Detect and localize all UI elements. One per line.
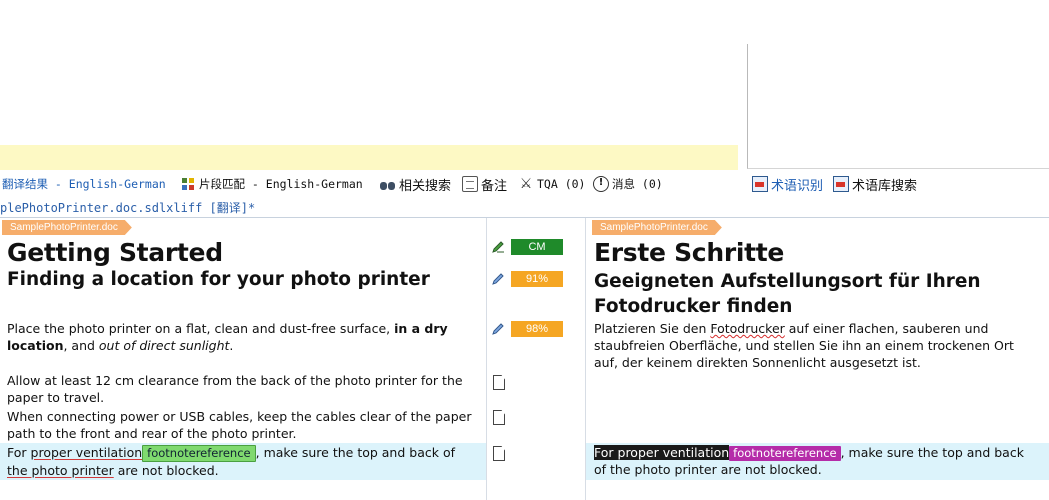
comment-icon <box>462 176 478 192</box>
tab-fragment-matches[interactable]: 片段匹配 - English-German <box>180 174 363 194</box>
footnote-tag[interactable]: footnotereference <box>142 445 256 462</box>
footnote-tag[interactable]: footnotereference <box>729 446 841 461</box>
source-document-chip: SamplePhotoPrinter.doc <box>2 220 132 235</box>
pencil-icon <box>492 323 504 335</box>
target-segment-3[interactable]: Platzieren Sie den Fotodrucker auf einer… <box>594 320 1034 371</box>
source-heading-2[interactable]: Finding a location for your photo printe… <box>7 269 430 290</box>
tab-tqa-label: TQA (0) <box>537 177 586 191</box>
segment-status-fuzzy-91: 91% <box>511 271 563 287</box>
tab-term-recognition-label: 术语识别 <box>771 178 824 194</box>
document-tab-label: plePhotoPrinter.doc.sdlxliff [翻译]* <box>0 201 256 215</box>
target-segment-6[interactable]: For proper ventilation footnotereference,… <box>594 444 1034 478</box>
term-recognition-pane <box>747 44 1049 169</box>
source-segment-6[interactable]: For proper ventilation footnotereference,… <box>7 444 477 479</box>
source-text: are not blocked. <box>113 463 219 478</box>
tab-translation-results-label: 翻译结果 - English-German <box>2 177 166 191</box>
source-heading-1[interactable]: Getting Started <box>7 238 223 267</box>
target-heading-2[interactable]: Geeigneten Aufstellungsort für Ihren Fot… <box>594 269 1034 319</box>
edit-confirmed-icon <box>492 241 504 253</box>
fragment-match-icon <box>180 176 196 192</box>
tqa-icon: ⚔ <box>519 176 533 192</box>
segment-status-cm: CM <box>511 239 563 255</box>
tab-tqa[interactable]: ⚔ TQA (0) <box>518 174 586 194</box>
source-segment-5[interactable]: When connecting power or USB cables, kee… <box>7 408 477 442</box>
pencil-icon <box>492 273 504 285</box>
tab-concordance-search-label: 相关搜索 <box>399 178 452 194</box>
binoculars-icon <box>380 176 396 192</box>
target-selected-text: For proper ventilation <box>594 445 730 460</box>
segment-status-fuzzy-98: 98% <box>511 321 563 337</box>
tool-window-tabbar: 翻译结果 - English-German 片段匹配 - English-Ger… <box>0 171 1049 195</box>
source-text: For <box>7 445 31 460</box>
target-spellcheck-text: Fotodrucker <box>710 321 785 336</box>
source-flagged-text: proper ventilation <box>30 445 143 460</box>
tab-termbase-search-label: 术语库搜索 <box>852 178 918 194</box>
tab-concordance-search[interactable]: 相关搜索 <box>380 174 451 194</box>
source-text: . <box>229 338 234 353</box>
tab-comments[interactable]: 备注 <box>462 174 507 194</box>
tab-term-recognition[interactable]: 术语识别 <box>752 174 823 194</box>
translation-results-pane <box>0 0 738 170</box>
tab-messages-label: 消息 (0) <box>612 177 663 191</box>
source-italic-text: out of direct sunlight <box>98 338 230 353</box>
tab-messages[interactable]: ! 消息 (0) <box>593 174 663 194</box>
source-segment-4[interactable]: Allow at least 12 cm clearance from the … <box>7 372 477 406</box>
source-text: , make sure the top and back of <box>255 445 455 460</box>
source-text: , and <box>63 338 99 353</box>
term-recognition-icon <box>752 176 768 192</box>
target-heading-1[interactable]: Erste Schritte <box>594 238 784 267</box>
source-text: Place the photo printer on a flat, clean… <box>7 321 395 336</box>
target-text: Platzieren Sie den <box>594 321 711 336</box>
results-highlight-strip <box>0 145 738 170</box>
tab-termbase-search[interactable]: 术语库搜索 <box>833 174 917 194</box>
source-segment-3[interactable]: Place the photo printer on a flat, clean… <box>7 320 477 354</box>
source-flagged-text: the photo printer <box>7 463 114 478</box>
tab-comments-label: 备注 <box>481 178 508 194</box>
info-icon: ! <box>593 176 609 192</box>
document-tab[interactable]: plePhotoPrinter.doc.sdlxliff [翻译]* <box>0 199 255 217</box>
tab-translation-results[interactable]: 翻译结果 - English-German <box>2 174 166 194</box>
termbase-search-icon <box>833 176 849 192</box>
tab-fragment-matches-label: 片段匹配 - English-German <box>199 177 363 191</box>
target-document-chip: SamplePhotoPrinter.doc <box>592 220 722 235</box>
